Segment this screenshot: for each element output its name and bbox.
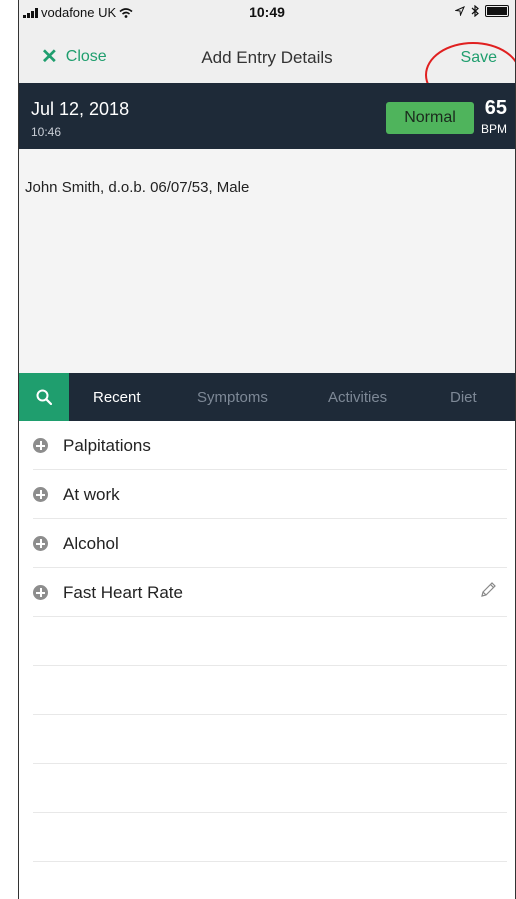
list-item-at-work[interactable]: At work — [33, 470, 507, 519]
list-item-alcohol[interactable]: Alcohol — [33, 519, 507, 568]
status-bar: vodafone UK 10:49 — [19, 0, 515, 24]
list-item-label: Alcohol — [63, 534, 119, 553]
empty-row — [33, 715, 507, 764]
clock: 10:49 — [249, 4, 285, 20]
tab-activities[interactable]: Activities — [328, 389, 387, 406]
search-icon — [36, 389, 52, 405]
empty-row — [33, 813, 507, 862]
add-icon — [33, 585, 48, 600]
tab-diet[interactable]: Diet — [450, 389, 477, 406]
entry-header: Jul 12, 2018 10:46 Normal 65 BPM — [19, 83, 515, 149]
add-icon — [33, 438, 48, 453]
pencil-icon[interactable] — [479, 581, 497, 599]
bluetooth-icon — [471, 5, 479, 17]
tag-tab-bar: Recent Symptoms Activities Diet — [19, 373, 515, 421]
empty-row — [33, 617, 507, 666]
search-tab[interactable] — [19, 373, 69, 421]
list-item-fast-heart-rate[interactable]: Fast Heart Rate — [33, 568, 507, 617]
status-icons — [455, 5, 509, 17]
location-arrow-icon — [455, 6, 465, 16]
empty-row — [33, 666, 507, 715]
empty-row — [33, 764, 507, 813]
list-item-label: Fast Heart Rate — [63, 583, 183, 602]
entry-date: Jul 12, 2018 — [31, 99, 130, 119]
status-badge: Normal — [386, 102, 474, 134]
tag-list: Palpitations At work Alcohol Fast Heart … — [19, 421, 515, 862]
add-icon — [33, 487, 48, 502]
entry-time: 10:46 — [31, 125, 62, 139]
nav-bar: ✕ Close Add Entry Details Save — [19, 24, 515, 108]
phone-screen: vodafone UK 10:49 ✕ Close Add Entry Deta… — [18, 0, 516, 899]
bpm-value: 65 — [484, 97, 507, 119]
notes-field[interactable]: John Smith, d.o.b. 06/07/53, Male — [19, 149, 515, 373]
battery-icon — [485, 5, 509, 17]
list-item-palpitations[interactable]: Palpitations — [33, 421, 507, 470]
tab-symptoms[interactable]: Symptoms — [197, 389, 268, 406]
add-icon — [33, 536, 48, 551]
tab-recent[interactable]: Recent — [93, 389, 141, 406]
list-item-label: Palpitations — [63, 436, 151, 455]
list-item-label: At work — [63, 485, 120, 504]
notes-text: John Smith, d.o.b. 06/07/53, Male — [25, 179, 250, 196]
bpm-unit: BPM — [480, 122, 507, 136]
